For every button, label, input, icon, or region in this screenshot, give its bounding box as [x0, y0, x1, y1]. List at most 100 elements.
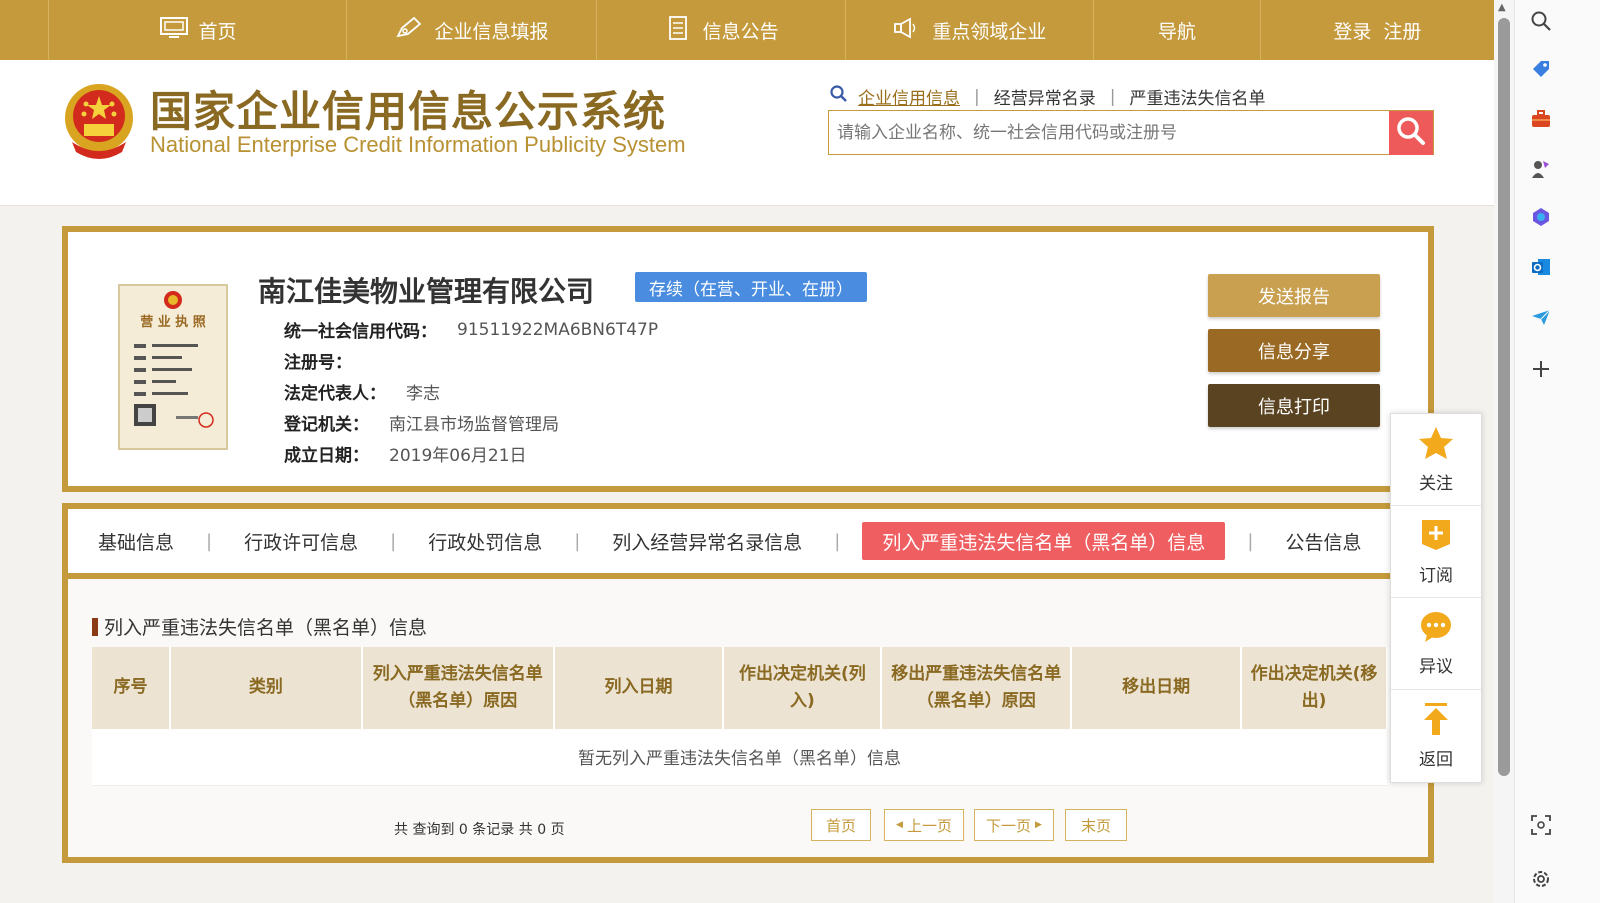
follow-label: 关注	[1419, 473, 1453, 494]
table-header-row: 序号 类别 列入严重违法失信名单（黑名单）原因 列入日期 作出决定机关(列入) …	[92, 647, 1388, 729]
divider: |	[834, 530, 841, 552]
field-value: 91511922MA6BN6T47P	[457, 319, 659, 340]
divider: |	[974, 86, 980, 107]
field-label: 注册号：	[284, 353, 352, 373]
pager-summary: 共 查询到 0 条记录 共 0 页	[394, 819, 565, 839]
objection-label: 异议	[1419, 656, 1453, 677]
back-to-top-button[interactable]: 返回	[1391, 690, 1481, 782]
col-header: 作出决定机关(移出)	[1241, 647, 1388, 729]
nav-navigation-label: 导航	[1158, 20, 1197, 43]
nav-home-label: 首页	[198, 20, 237, 43]
col-header: 列入日期	[553, 647, 725, 729]
triangle-right-icon: ▶	[1035, 820, 1042, 830]
col-header: 移出严重违法失信名单（黑名单）原因	[881, 647, 1073, 729]
last-page-button[interactable]: 末页	[1065, 809, 1127, 841]
search-type-tabs: 企业信用信息 | 经营异常名录 | 严重违法失信名单	[830, 84, 1265, 109]
pager-text: 条记录 共	[472, 822, 533, 838]
search-box	[828, 110, 1434, 155]
field-label: 成立日期：	[284, 446, 369, 466]
arrow-up-icon	[1421, 702, 1451, 741]
next-page-label: 下一页	[986, 816, 1032, 835]
send-report-button[interactable]: 发送报告	[1208, 274, 1380, 317]
nav-announcement[interactable]: 信息公告	[595, 0, 845, 60]
scroll-up-arrow-icon[interactable]: ▲	[1498, 2, 1506, 13]
nav-key-areas[interactable]: 重点领域企业	[844, 0, 1094, 60]
search-tab-abnormal[interactable]: 经营异常名录	[994, 84, 1096, 109]
follow-button[interactable]: 关注	[1391, 414, 1481, 506]
prev-page-label: 上一页	[906, 816, 952, 835]
pager-text: 页	[550, 822, 565, 838]
print-button[interactable]: 信息打印	[1208, 384, 1380, 427]
col-header: 列入严重违法失信名单（黑名单）原因	[361, 647, 555, 729]
send-plane-icon[interactable]	[1528, 304, 1554, 330]
prev-page-button[interactable]: ◀ 上一页	[884, 809, 964, 841]
company-fields: 统一社会信用代码： 91511922MA6BN6T47P 注册号： 法定代表人：…	[284, 314, 658, 469]
add-icon[interactable]	[1528, 356, 1554, 382]
first-page-label: 首页	[825, 816, 856, 835]
info-tabbar: 基础信息 | 行政许可信息 | 行政处罚信息 | 列入经营异常名录信息 | 列入…	[68, 509, 1428, 579]
chat-bubble-icon	[1419, 611, 1453, 648]
title-marker	[92, 617, 98, 636]
col-header: 移出日期	[1071, 647, 1243, 729]
field-reg-number: 注册号：	[284, 345, 658, 376]
tab-basic-info[interactable]: 基础信息	[88, 522, 184, 560]
top-nav: 首页 企业信息填报 信息公告 重点领域企业 导航 登录 注册	[0, 0, 1494, 60]
next-page-button[interactable]: 下一页 ▶	[974, 809, 1054, 841]
browser-sidebar	[1514, 0, 1600, 903]
copilot-icon[interactable]	[1528, 204, 1554, 230]
tag-icon[interactable]	[1528, 56, 1554, 82]
field-reg-authority: 登记机关： 南江县市场监督管理局	[284, 407, 658, 438]
nav-login-register-label: 登录 注册	[1333, 20, 1422, 43]
col-header: 类别	[169, 647, 363, 729]
pen-icon	[394, 16, 424, 45]
back-label: 返回	[1419, 750, 1453, 770]
license-title: 营 业 执 照	[140, 314, 206, 330]
divider: |	[1109, 86, 1116, 107]
games-icon[interactable]	[1528, 156, 1554, 182]
nav-home[interactable]: 首页	[48, 0, 346, 60]
subscribe-button[interactable]: 订阅	[1391, 506, 1481, 598]
blacklist-table: 序号 类别 列入严重违法失信名单（黑名单）原因 列入日期 作出决定机关(列入) …	[92, 647, 1388, 786]
outlook-icon[interactable]	[1528, 254, 1554, 280]
nav-navigation[interactable]: 导航	[1093, 0, 1259, 60]
search-icon	[1395, 115, 1427, 151]
business-license-image[interactable]: 营 业 执 照	[118, 284, 228, 450]
search-input[interactable]	[829, 111, 1389, 154]
scrollbar-thumb[interactable]	[1498, 18, 1510, 776]
document-icon	[663, 15, 693, 45]
toolbox-icon[interactable]	[1528, 106, 1554, 132]
search-tab-credit[interactable]: 企业信用信息	[858, 84, 960, 109]
search-button[interactable]	[1389, 110, 1433, 155]
col-header: 序号	[92, 647, 171, 729]
search-tab-blacklist[interactable]: 严重违法失信名单	[1129, 84, 1265, 109]
nav-login-register[interactable]: 登录 注册	[1259, 0, 1494, 60]
search-icon[interactable]	[1528, 8, 1554, 34]
divider: |	[1247, 530, 1254, 552]
divider: |	[574, 530, 581, 552]
tab-admin-penalty[interactable]: 行政处罚信息	[418, 522, 552, 560]
first-page-button[interactable]: 首页	[811, 809, 871, 841]
nav-fill-info[interactable]: 企业信息填报	[346, 0, 596, 60]
tab-blacklist[interactable]: 列入严重违法失信名单（黑名单）信息	[862, 522, 1226, 560]
field-value: 南江县市场监督管理局	[389, 415, 559, 435]
divider: |	[206, 530, 213, 552]
speaker-icon	[892, 16, 922, 45]
company-info-card: 营 业 执 照 南江佳美物业管理有限公司 存续（在营、开业、在册） 统一社会信用…	[62, 226, 1434, 492]
site-title: 国家企业信用信息公示系统	[150, 87, 667, 136]
section-title-text: 列入严重违法失信名单（黑名单）信息	[104, 617, 428, 639]
tab-abnormal-list[interactable]: 列入经营异常名录信息	[602, 522, 812, 560]
last-page-label: 末页	[1080, 816, 1111, 835]
pager-text: 共 查询到	[394, 822, 455, 838]
status-badge: 存续（在营、开业、在册）	[635, 272, 867, 302]
share-button[interactable]: 信息分享	[1208, 329, 1380, 372]
search-icon	[830, 85, 848, 108]
tab-announcement[interactable]: 公告信息	[1275, 522, 1371, 560]
objection-button[interactable]: 异议	[1391, 598, 1481, 690]
settings-gear-icon[interactable]	[1528, 866, 1554, 892]
detail-panel: 基础信息 | 行政许可信息 | 行政处罚信息 | 列入经营异常名录信息 | 列入…	[62, 503, 1434, 863]
tab-admin-license[interactable]: 行政许可信息	[234, 522, 368, 560]
screenshot-icon[interactable]	[1528, 812, 1554, 838]
nav-announcement-label: 信息公告	[702, 20, 779, 43]
field-label: 法定代表人：	[284, 384, 386, 404]
field-value: 2019年06月21日	[389, 446, 527, 466]
